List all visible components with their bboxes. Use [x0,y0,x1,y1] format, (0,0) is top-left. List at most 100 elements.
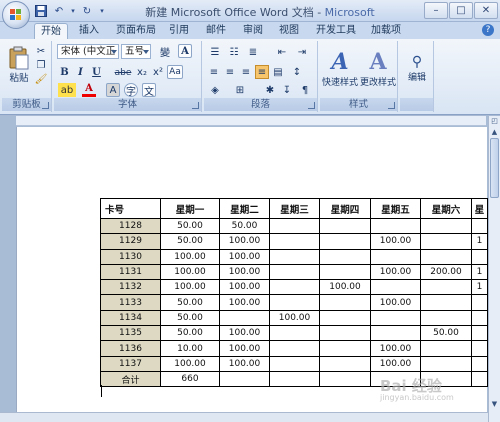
cell-monday[interactable]: 100.00 [160,355,220,372]
cell-saturday[interactable] [420,248,472,265]
align-right-icon[interactable]: ≡ [239,65,253,79]
cell-wednesday[interactable] [269,355,320,372]
font-size-combo[interactable]: 五号 [121,44,151,59]
header-card-number[interactable]: 卡号 [100,198,161,219]
cell-monday[interactable]: 50.00 [160,309,220,327]
cell-wednesday[interactable] [269,370,320,388]
numbering-icon[interactable]: ☷ [226,45,242,59]
cell-wednesday[interactable] [269,217,320,235]
redo-icon[interactable]: ↻ [80,4,94,18]
tab-view[interactable]: 视图 [273,23,305,39]
cell-tuesday[interactable] [219,309,270,327]
cell-thursday[interactable] [319,233,371,250]
ruler-toggle-icon[interactable]: ◰ [489,116,500,127]
header-thursday[interactable]: 星期四 [319,198,371,219]
header-wednesday[interactable]: 星期三 [269,198,320,219]
cell-tuesday[interactable]: 100.00 [219,279,270,296]
cell-friday[interactable]: 100.00 [370,294,421,311]
cell-monday[interactable]: 50.00 [160,325,220,342]
cell-sunday[interactable]: 1 [471,263,488,281]
underline-button[interactable]: U [90,65,103,80]
cell-sunday[interactable] [471,340,488,357]
superscript-button[interactable]: x² [151,65,165,80]
cell-thursday[interactable]: 100.00 [319,279,371,296]
close-button[interactable]: ✕ [474,2,498,19]
header-monday[interactable]: 星期一 [160,198,220,219]
cell-wednesday[interactable] [269,294,320,311]
cell-sunday[interactable] [471,294,488,311]
tab-developer[interactable]: 开发工具 [310,23,362,39]
cell-card-number[interactable]: 1135 [100,325,161,342]
sort-icon[interactable]: ↧ [280,83,294,97]
cell-friday[interactable]: 100.00 [370,355,421,372]
cell-thursday[interactable] [319,355,371,372]
cell-friday[interactable]: 100.00 [370,340,421,357]
cell-sunday[interactable] [471,355,488,372]
cell-card-number[interactable]: 1133 [100,294,161,311]
cell-tuesday[interactable]: 100.00 [219,233,270,250]
cell-thursday[interactable] [319,340,371,357]
cell-saturday[interactable]: 50.00 [420,325,472,342]
help-icon[interactable]: ? [482,24,494,36]
character-format-button[interactable]: 文 [142,83,156,98]
font-color-button[interactable]: A [82,83,96,97]
justify-icon[interactable]: ≡ [255,65,269,79]
align-left-icon[interactable]: ≡ [207,65,221,79]
undo-dropdown-icon[interactable]: ▾ [70,4,76,18]
header-tuesday[interactable]: 星期二 [219,198,270,219]
header-friday[interactable]: 星期五 [370,198,421,219]
change-styles-button[interactable]: A 更改样式 [360,43,396,93]
bullets-icon[interactable]: ☰ [207,45,223,59]
change-case-button[interactable]: Aa [167,65,183,79]
save-icon[interactable] [34,4,48,18]
multilevel-list-icon[interactable]: ≣ [245,45,261,59]
tab-insert[interactable]: 插入 [73,23,105,39]
cell-saturday[interactable] [420,309,472,327]
customize-qat-icon[interactable]: ▾ [98,4,106,18]
office-button[interactable] [2,1,30,29]
character-shading-button[interactable]: A [106,83,120,97]
quick-styles-button[interactable]: A 快速样式 [322,43,358,93]
cell-sunday[interactable] [471,248,488,265]
cell-thursday[interactable] [319,325,371,342]
tab-references[interactable]: 引用 [163,23,195,39]
undo-icon[interactable]: ↶ [52,4,66,18]
cell-sunday[interactable]: 1 [471,233,488,250]
paste-button[interactable]: 粘贴 [6,43,32,87]
cell-wednesday[interactable] [269,279,320,296]
tab-review[interactable]: 审阅 [237,23,269,39]
cell-monday[interactable]: 100.00 [160,248,220,265]
character-border-button[interactable]: A [178,44,192,58]
minimize-button[interactable]: – [424,2,448,19]
cell-monday[interactable]: 50.00 [160,233,220,250]
cell-card-number[interactable]: 1137 [100,355,161,372]
cell-wednesday[interactable] [269,340,320,357]
cell-friday[interactable] [370,309,421,327]
cell-saturday[interactable] [420,355,472,372]
bold-button[interactable]: B [58,65,71,80]
font-launcher-icon[interactable] [192,102,199,109]
increase-indent-icon[interactable]: ⇥ [294,45,310,59]
cell-wednesday[interactable] [269,233,320,250]
cell-thursday[interactable] [319,294,371,311]
line-spacing-icon[interactable]: ↕ [289,65,305,79]
scroll-down-icon[interactable]: ▼ [489,399,500,410]
strikethrough-button[interactable]: abe [114,65,132,80]
cell-monday[interactable]: 100.00 [160,263,220,281]
cell-saturday[interactable] [420,233,472,250]
cell-monday[interactable]: 50.00 [160,294,220,311]
cell-tuesday[interactable]: 50.00 [219,217,270,235]
cell-friday[interactable] [370,279,421,296]
tab-mailings[interactable]: 邮件 [200,23,232,39]
cell-thursday[interactable] [319,217,371,235]
cell-tuesday[interactable]: 100.00 [219,340,270,357]
cell-card-number[interactable]: 1129 [100,233,161,250]
enclose-characters-button[interactable]: 字 [124,83,138,98]
cell-saturday[interactable] [420,294,472,311]
shading-icon[interactable]: ◈ [207,83,223,97]
cell-saturday[interactable] [420,217,472,235]
cell-monday[interactable]: 660 [160,370,220,388]
clipboard-launcher-icon[interactable] [42,102,49,109]
cell-wednesday[interactable] [269,325,320,342]
cell-card-number[interactable]: 1130 [100,248,161,265]
